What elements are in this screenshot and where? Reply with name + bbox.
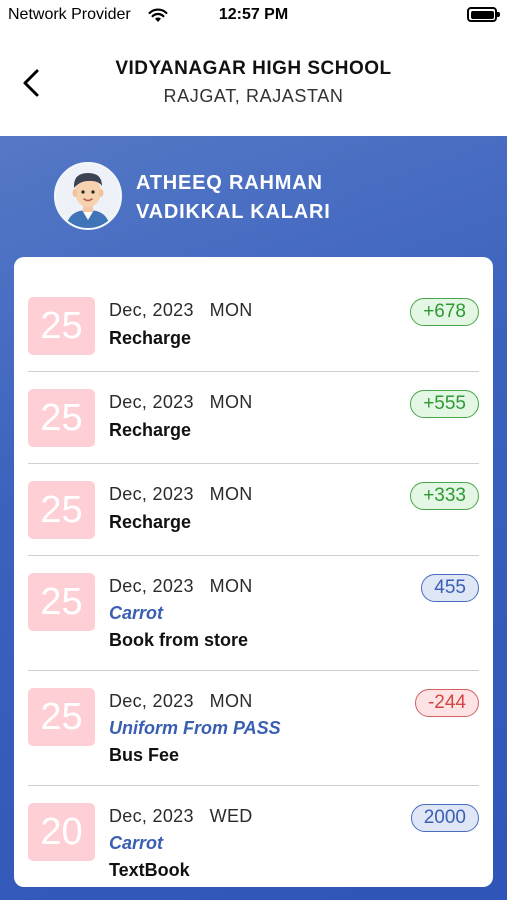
transaction-row[interactable]: 25 Dec, 2023 MON Recharge +333 [28, 464, 479, 556]
day-badge: 25 [28, 297, 95, 355]
amount-badge[interactable]: 455 [421, 574, 479, 602]
nav-header: VIDYANAGAR HIGH SCHOOL RAJGAT, RAJASTAN [0, 44, 507, 134]
student-name-line2: VADIKKAL KALARI [136, 201, 331, 223]
transaction-description: Book from store [109, 630, 249, 650]
transaction-date: Dec, 2023 MON [109, 484, 253, 504]
status-bar: Network Provider 12:57 PM [0, 0, 507, 30]
transaction-description: Recharge [109, 512, 192, 532]
amount-badge[interactable]: +678 [410, 298, 479, 326]
transaction-list: 25 Dec, 2023 MON Recharge +678 25 Dec, 2… [14, 257, 493, 887]
day-badge: 25 [28, 481, 95, 539]
day-badge: 25 [28, 389, 95, 447]
battery-icon [467, 7, 500, 22]
transaction-row[interactable]: 25 Dec, 2023 MON Uniform From PASS Bus F… [28, 671, 479, 786]
amount-badge[interactable]: +555 [410, 390, 479, 418]
transaction-date: Dec, 2023 MON [109, 300, 253, 320]
page-subtitle: RAJGAT, RAJASTAN [163, 86, 344, 106]
transaction-date: Dec, 2023 MON [109, 392, 253, 412]
amount-badge[interactable]: -244 [414, 689, 479, 717]
student-name: ATHEEQ RAHMAN VADIKKAL KALARI [136, 169, 476, 227]
transaction-date: Dec, 2023 MON [109, 576, 253, 596]
day-badge: 25 [28, 688, 95, 746]
transaction-category: Uniform From PASS [109, 718, 281, 738]
transaction-row[interactable]: 25 Dec, 2023 MON Recharge +555 [28, 372, 479, 464]
amount-badge[interactable]: +333 [410, 482, 479, 510]
student-name-line1: ATHEEQ RAHMAN [136, 172, 323, 194]
day-badge: 25 [28, 573, 95, 631]
clock: 12:57 PM [218, 6, 289, 23]
transaction-category: Carrot [109, 603, 164, 623]
transaction-row[interactable]: 20 Dec, 2023 WED Carrot TextBook 2000 [28, 786, 479, 887]
student-avatar-icon [56, 164, 120, 228]
transactions-panel: ATHEEQ RAHMAN VADIKKAL KALARI 25 Dec, 20… [0, 136, 507, 900]
page-title: VIDYANAGAR HIGH SCHOOL [115, 58, 392, 79]
transaction-category: Carrot [109, 833, 164, 853]
day-badge: 20 [28, 803, 95, 861]
transaction-row[interactable]: 25 Dec, 2023 MON Recharge +678 [28, 257, 479, 372]
amount-badge[interactable]: 2000 [410, 804, 479, 832]
transaction-date: Dec, 2023 MON [109, 691, 253, 711]
transaction-row[interactable]: 25 Dec, 2023 MON Carrot Book from store … [28, 556, 479, 671]
transaction-description: Recharge [109, 328, 192, 348]
transaction-date: Dec, 2023 WED [109, 806, 253, 826]
transaction-description: TextBook [109, 860, 190, 880]
avatar [54, 162, 122, 230]
transaction-description: Recharge [109, 420, 192, 440]
transaction-description: Bus Fee [109, 745, 180, 765]
